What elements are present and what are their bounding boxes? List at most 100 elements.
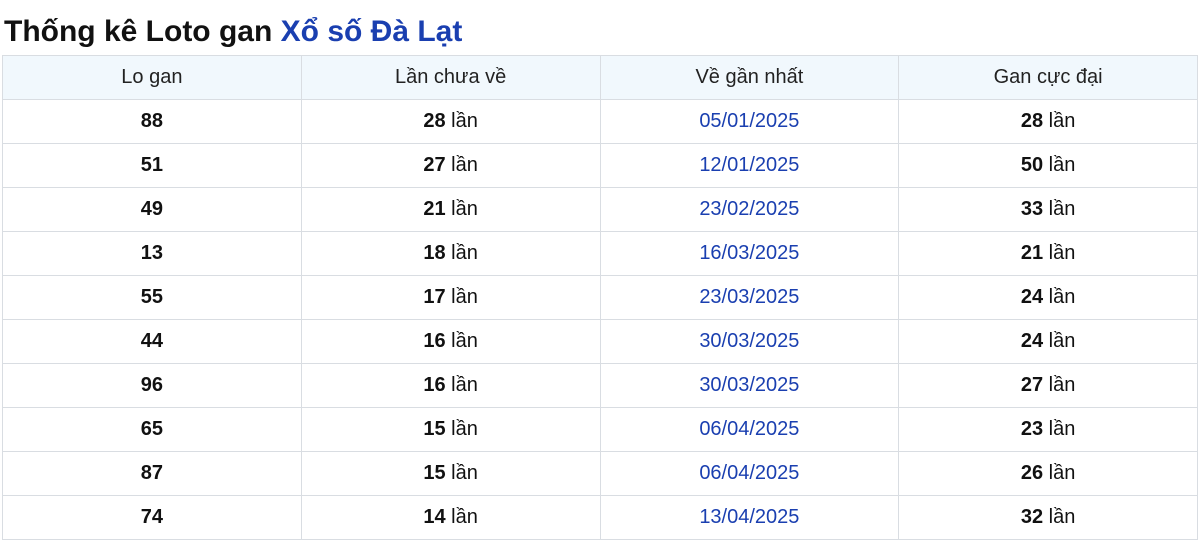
missed-count: 15 <box>423 418 446 440</box>
missed-unit: lần <box>451 506 478 528</box>
max-gan-unit: lần <box>1048 374 1076 396</box>
cell-gan-cuc-dai: 28 lần <box>898 99 1198 144</box>
cell-gan-cuc-dai: 33 lần <box>898 187 1198 232</box>
cell-lo-gan: 74 <box>2 495 302 540</box>
page-title-lottery-link[interactable]: Xổ số Đà Lạt <box>281 15 463 48</box>
lo-gan-number: 65 <box>140 418 163 440</box>
cell-ve-gan-nhat: 30/03/2025 <box>599 319 900 364</box>
cell-lan-chua-ve: 21 lần <box>300 187 601 232</box>
cell-gan-cuc-dai: 50 lần <box>898 143 1198 188</box>
cell-lan-chua-ve: 14 lần <box>300 495 601 540</box>
max-gan-unit: lần <box>1048 198 1076 220</box>
table-row: 96 16 lần 30/03/2025 27 lần <box>2 363 1198 408</box>
cell-gan-cuc-dai: 24 lần <box>898 275 1198 320</box>
cell-gan-cuc-dai: 23 lần <box>898 407 1198 452</box>
max-gan-unit: lần <box>1048 506 1076 528</box>
cell-lo-gan: 65 <box>2 407 302 452</box>
missed-count: 14 <box>423 506 446 528</box>
lo-gan-number: 96 <box>140 374 163 396</box>
max-gan-count: 21 <box>1020 242 1044 264</box>
cell-ve-gan-nhat: 30/03/2025 <box>599 363 900 408</box>
missed-count: 15 <box>423 462 446 484</box>
missed-unit: lần <box>451 286 478 308</box>
last-date-link[interactable]: 23/03/2025 <box>699 286 799 308</box>
max-gan-unit: lần <box>1048 286 1076 308</box>
cell-ve-gan-nhat: 13/04/2025 <box>599 495 900 540</box>
page-title: Thống kê Loto gan Xổ số Đà Lạt <box>4 10 462 54</box>
missed-unit: lần <box>451 242 478 264</box>
last-date-link[interactable]: 13/04/2025 <box>699 506 799 528</box>
max-gan-unit: lần <box>1048 242 1076 264</box>
missed-count: 16 <box>423 374 446 396</box>
missed-count: 21 <box>423 198 446 220</box>
page-title-prefix: Thống kê Loto gan <box>4 15 273 48</box>
table-row: 49 21 lần 23/02/2025 33 lần <box>2 187 1198 232</box>
last-date-link[interactable]: 12/01/2025 <box>699 154 799 176</box>
cell-lan-chua-ve: 17 lần <box>300 275 601 320</box>
column-header-ve-gan-nhat: Về gần nhất <box>599 55 900 100</box>
column-header-gan-cuc-dai: Gan cực đại <box>898 55 1198 100</box>
cell-lo-gan: 49 <box>2 187 302 232</box>
lo-gan-number: 44 <box>140 330 163 352</box>
lo-gan-number: 51 <box>140 154 163 176</box>
last-date-link[interactable]: 05/01/2025 <box>699 110 799 132</box>
missed-count: 28 <box>423 110 446 132</box>
cell-ve-gan-nhat: 23/03/2025 <box>599 275 900 320</box>
table-row: 13 18 lần 16/03/2025 21 lần <box>2 231 1198 276</box>
cell-lo-gan: 51 <box>2 143 302 188</box>
table-header-row: Lo gan Lần chưa về Về gần nhất Gan cực đ… <box>2 55 1198 100</box>
table-row: 74 14 lần 13/04/2025 32 lần <box>2 495 1198 540</box>
missed-unit: lần <box>451 462 478 484</box>
max-gan-count: 23 <box>1020 418 1044 440</box>
cell-lo-gan: 87 <box>2 451 302 496</box>
cell-lan-chua-ve: 16 lần <box>300 363 601 408</box>
max-gan-count: 28 <box>1020 110 1044 132</box>
missed-unit: lần <box>451 198 478 220</box>
missed-count: 16 <box>423 330 446 352</box>
max-gan-count: 33 <box>1020 198 1044 220</box>
last-date-link[interactable]: 16/03/2025 <box>699 242 799 264</box>
table-row: 88 28 lần 05/01/2025 28 lần <box>2 99 1198 144</box>
cell-gan-cuc-dai: 26 lần <box>898 451 1198 496</box>
cell-ve-gan-nhat: 23/02/2025 <box>599 187 900 232</box>
table-header: Lo gan Lần chưa về Về gần nhất Gan cực đ… <box>2 55 1198 100</box>
cell-lan-chua-ve: 28 lần <box>300 99 601 144</box>
last-date-link[interactable]: 30/03/2025 <box>699 330 799 352</box>
last-date-link[interactable]: 30/03/2025 <box>699 374 799 396</box>
cell-lo-gan: 88 <box>2 99 302 144</box>
cell-ve-gan-nhat: 12/01/2025 <box>599 143 900 188</box>
missed-count: 17 <box>423 286 446 308</box>
missed-unit: lần <box>451 418 478 440</box>
last-date-link[interactable]: 06/04/2025 <box>699 418 799 440</box>
max-gan-unit: lần <box>1048 418 1076 440</box>
cell-ve-gan-nhat: 06/04/2025 <box>599 451 900 496</box>
last-date-link[interactable]: 06/04/2025 <box>699 462 799 484</box>
cell-lan-chua-ve: 15 lần <box>300 407 601 452</box>
cell-lo-gan: 96 <box>2 363 302 408</box>
max-gan-unit: lần <box>1048 154 1076 176</box>
table-row: 87 15 lần 06/04/2025 26 lần <box>2 451 1198 496</box>
cell-gan-cuc-dai: 27 lần <box>898 363 1198 408</box>
max-gan-unit: lần <box>1048 110 1076 132</box>
missed-unit: lần <box>451 374 478 396</box>
lo-gan-number: 55 <box>140 286 163 308</box>
max-gan-unit: lần <box>1048 462 1076 484</box>
cell-lan-chua-ve: 15 lần <box>300 451 601 496</box>
table-body: 88 28 lần 05/01/2025 28 lần 51 27 lần 12/01/20… <box>2 99 1198 540</box>
max-gan-count: 32 <box>1020 506 1044 528</box>
max-gan-count: 27 <box>1020 374 1044 396</box>
table-row: 65 15 lần 06/04/2025 23 lần <box>2 407 1198 452</box>
missed-unit: lần <box>451 330 478 352</box>
loto-gan-table: Lo gan Lần chưa về Về gần nhất Gan cực đ… <box>2 55 1198 540</box>
cell-lan-chua-ve: 16 lần <box>300 319 601 364</box>
column-header-lo-gan: Lo gan <box>2 55 302 100</box>
table-row: 44 16 lần 30/03/2025 24 lần <box>2 319 1198 364</box>
cell-gan-cuc-dai: 24 lần <box>898 319 1198 364</box>
last-date-link[interactable]: 23/02/2025 <box>699 198 799 220</box>
max-gan-count: 26 <box>1020 462 1044 484</box>
cell-ve-gan-nhat: 05/01/2025 <box>599 99 900 144</box>
max-gan-count: 24 <box>1020 286 1044 308</box>
table-row: 51 27 lần 12/01/2025 50 lần <box>2 143 1198 188</box>
lo-gan-number: 49 <box>140 198 163 220</box>
column-header-lan-chua-ve: Lần chưa về <box>300 55 601 100</box>
